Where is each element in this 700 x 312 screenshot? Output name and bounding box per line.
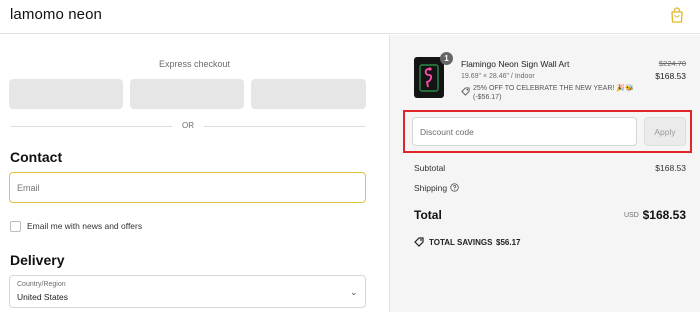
savings-tag-icon	[414, 237, 424, 247]
store-header: lamomo neon	[0, 0, 700, 34]
newsletter-label: Email me with news and offers	[27, 221, 143, 231]
newsletter-checkbox[interactable]	[10, 221, 21, 232]
quantity-badge: 1	[440, 52, 453, 65]
product-variant: 19.69" × 28.46" / Indoor	[461, 73, 535, 80]
info-icon[interactable]	[450, 183, 459, 192]
express-checkout-label: Express checkout	[158, 59, 231, 69]
total-savings-value: $56.17	[496, 238, 521, 247]
country-select[interactable]: Country/Region United States ⌄	[9, 275, 366, 308]
country-caption: Country/Region	[17, 281, 66, 288]
country-value: United States	[17, 292, 69, 302]
apply-discount-button[interactable]: Apply	[644, 117, 686, 146]
divider-line-right	[204, 126, 366, 127]
or-divider: OR	[10, 120, 366, 132]
total-currency: USD	[624, 212, 639, 219]
delivery-heading: Delivery	[10, 252, 65, 268]
store-logo[interactable]: lamomo neon	[10, 6, 102, 23]
discount-code-input[interactable]	[412, 117, 637, 146]
express-pay-button-1[interactable]	[9, 79, 123, 109]
express-pay-button-3[interactable]	[251, 79, 366, 109]
shopping-bag-icon[interactable]	[670, 7, 684, 23]
email-field[interactable]	[9, 172, 366, 203]
product-name: Flamingo Neon Sign Wall Art	[461, 59, 570, 69]
product-thumbnail	[414, 57, 444, 98]
subtotal-value: $168.53	[655, 163, 686, 173]
shipping-label: Shipping	[414, 183, 448, 193]
original-price: $224.70	[658, 59, 686, 68]
express-pay-button-2[interactable]	[130, 79, 244, 109]
flamingo-neon-image	[419, 64, 439, 92]
chevron-down-icon: ⌄	[350, 287, 358, 297]
total-savings-label: TOTAL SAVINGS	[429, 238, 493, 247]
subtotal-label: Subtotal	[414, 163, 446, 173]
item-price: $168.53	[655, 71, 686, 81]
order-summary: 1 Flamingo Neon Sign Wall Art 19.69" × 2…	[389, 35, 700, 312]
product-discount-amount: (-$56.17)	[473, 94, 502, 101]
checkout-form: Express checkout OR Contact Email me wit…	[0, 35, 389, 312]
total-value: $168.53	[642, 208, 686, 222]
discount-tag-icon	[461, 87, 470, 96]
product-discount: 25% OFF TO CELEBRATE THE NEW YEAR! 🎉🐝 (-…	[473, 84, 634, 102]
product-discount-text: 25% OFF TO CELEBRATE THE NEW YEAR! 🎉🐝	[473, 85, 634, 92]
contact-heading: Contact	[10, 149, 63, 165]
total-label: Total	[414, 208, 442, 222]
